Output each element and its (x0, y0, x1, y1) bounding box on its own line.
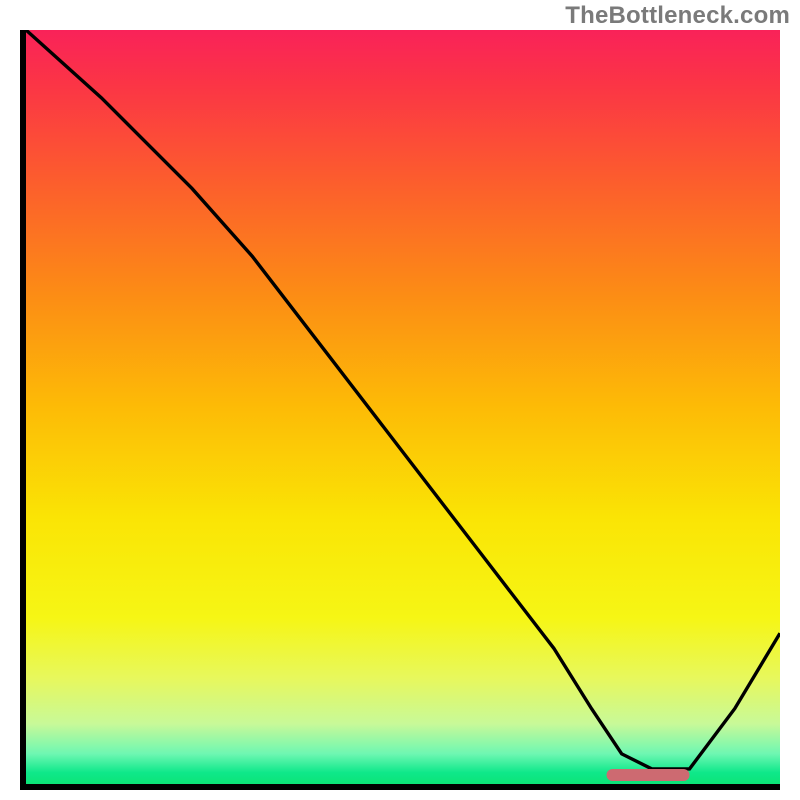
chart-container: TheBottleneck.com (0, 0, 800, 800)
x-axis-line (20, 784, 780, 790)
plot-area (20, 30, 780, 790)
curve-svg (26, 30, 780, 784)
bottleneck-curve (26, 30, 780, 769)
watermark-text: TheBottleneck.com (565, 2, 790, 30)
optimal-marker (607, 769, 690, 781)
